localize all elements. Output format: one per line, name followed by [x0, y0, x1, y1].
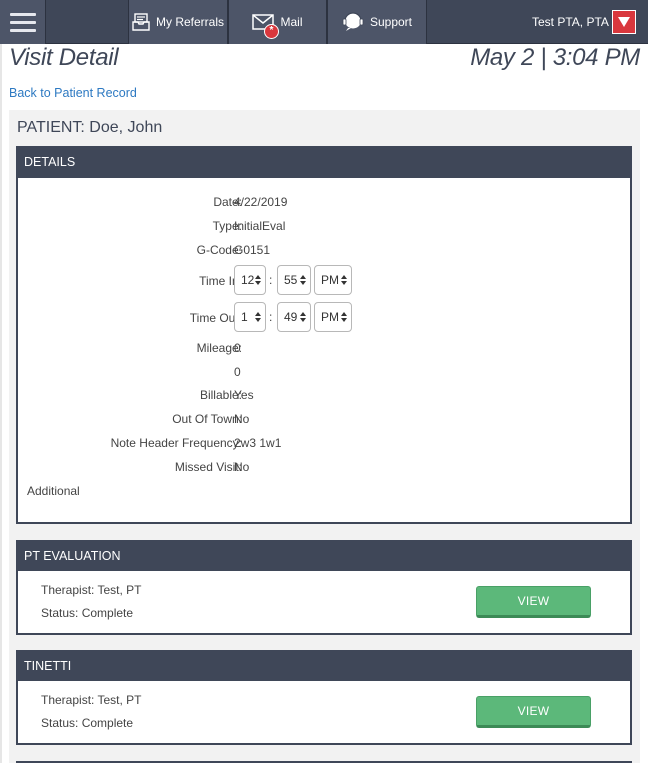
tinetti-card-header: TINETTI	[16, 650, 632, 682]
mileage-value: 0	[234, 341, 241, 355]
missed-visit-row: Missed Visit: No	[18, 457, 630, 477]
frequency-row: Note Header Frequency: 2w3 1w1	[18, 433, 630, 453]
page-left-edge	[0, 44, 2, 763]
pt-evaluation-status: Status: Complete	[41, 606, 134, 620]
tinetti-status: Status: Complete	[41, 716, 134, 730]
out-of-town-row: Out Of Town: No	[18, 409, 630, 429]
nav-my-referrals-button[interactable]: My Referrals	[128, 0, 228, 44]
top-nav-bar: My Referrals Mail * Support Test PTA, PT…	[0, 0, 648, 44]
time-in-hour-value: 12	[241, 273, 255, 287]
nav-mail-label: Mail	[280, 15, 303, 29]
select-arrows-icon	[341, 312, 347, 322]
select-arrows-icon	[255, 275, 261, 285]
mileage-extra-value: 0	[234, 365, 241, 379]
pt-evaluation-card-body: Therapist: Test, PT Status: Complete VIE…	[16, 571, 632, 635]
time-out-minute-value: 49	[284, 310, 298, 324]
date-value: 4/22/2019	[234, 195, 288, 209]
tinetti-card-body: Therapist: Test, PT Status: Complete VIE…	[16, 681, 632, 745]
time-out-minute-select[interactable]: 49	[277, 302, 311, 332]
tinetti-view-button[interactable]: VIEW	[476, 696, 591, 728]
nav-mail-button[interactable]: Mail *	[228, 0, 327, 44]
nav-my-referrals-label: My Referrals	[155, 15, 224, 29]
gcode-row: G-Code: G0151	[18, 240, 630, 260]
time-out-ampm-select[interactable]: PM	[314, 302, 352, 332]
time-out-separator: :	[269, 310, 273, 324]
pt-evaluation-card-header: PT EVALUATION	[16, 540, 632, 572]
page-title: Visit Detail	[9, 44, 119, 71]
details-card-header: DETAILS	[16, 146, 632, 178]
type-value: InitialEval	[234, 219, 286, 233]
patient-header: PATIENT: Doe, John	[17, 119, 163, 136]
select-arrows-icon	[341, 275, 347, 285]
mileage-extra-row: 0	[18, 362, 630, 382]
time-out-ampm-value: PM	[321, 310, 339, 324]
select-arrows-icon	[255, 312, 261, 322]
inbox-tray-icon	[132, 13, 150, 31]
nav-support-button[interactable]: Support	[327, 0, 427, 44]
billable-row: Billable: Yes	[18, 385, 630, 405]
time-in-ampm-value: PM	[321, 273, 339, 287]
type-row: Type: InitialEval	[18, 216, 630, 236]
gcode-value: G0151	[234, 243, 271, 257]
missed-visit-label: Missed Visit:	[174, 460, 242, 474]
caret-down-icon	[618, 17, 630, 27]
back-to-patient-record-link[interactable]: Back to Patient Record	[9, 86, 137, 100]
user-menu-dropdown-button[interactable]	[612, 10, 636, 34]
out-of-town-label: Out Of Town:	[172, 412, 242, 426]
out-of-town-value: No	[234, 412, 250, 426]
frequency-label: Note Header Frequency:	[110, 436, 242, 450]
time-in-minute-value: 55	[284, 273, 298, 287]
nav-support-label: Support	[369, 15, 413, 29]
time-in-ampm-select[interactable]: PM	[314, 265, 352, 295]
time-in-hour-select[interactable]: 12	[234, 265, 266, 295]
time-out-hour-value: 1	[241, 310, 248, 324]
time-in-minute-select[interactable]: 55	[277, 265, 311, 295]
mail-notification-badge: *	[264, 24, 279, 39]
select-arrows-icon	[300, 275, 306, 285]
pt-evaluation-view-button[interactable]: VIEW	[476, 586, 591, 618]
current-datetime: May 2 | 3:04 PM	[470, 44, 640, 71]
frequency-value: 2w3 1w1	[234, 436, 282, 450]
additional-label: Additional	[27, 484, 80, 498]
billable-value: Yes	[234, 388, 254, 402]
mileage-row: Mileage: 0	[18, 338, 630, 358]
menu-icon[interactable]	[0, 0, 46, 44]
missed-visit-value: No	[234, 460, 250, 474]
select-arrows-icon	[300, 312, 306, 322]
pt-evaluation-therapist: Therapist: Test, PT	[41, 583, 142, 597]
date-row: Date: 4/22/2019	[18, 192, 630, 212]
user-name[interactable]: Test PTA, PTA	[532, 15, 609, 29]
headset-icon	[342, 12, 364, 31]
details-card-body: Date: 4/22/2019 Type: InitialEval G-Code…	[16, 178, 632, 524]
time-in-separator: :	[269, 273, 273, 287]
time-out-hour-select[interactable]: 1	[234, 302, 266, 332]
tinetti-therapist: Therapist: Test, PT	[41, 693, 142, 707]
